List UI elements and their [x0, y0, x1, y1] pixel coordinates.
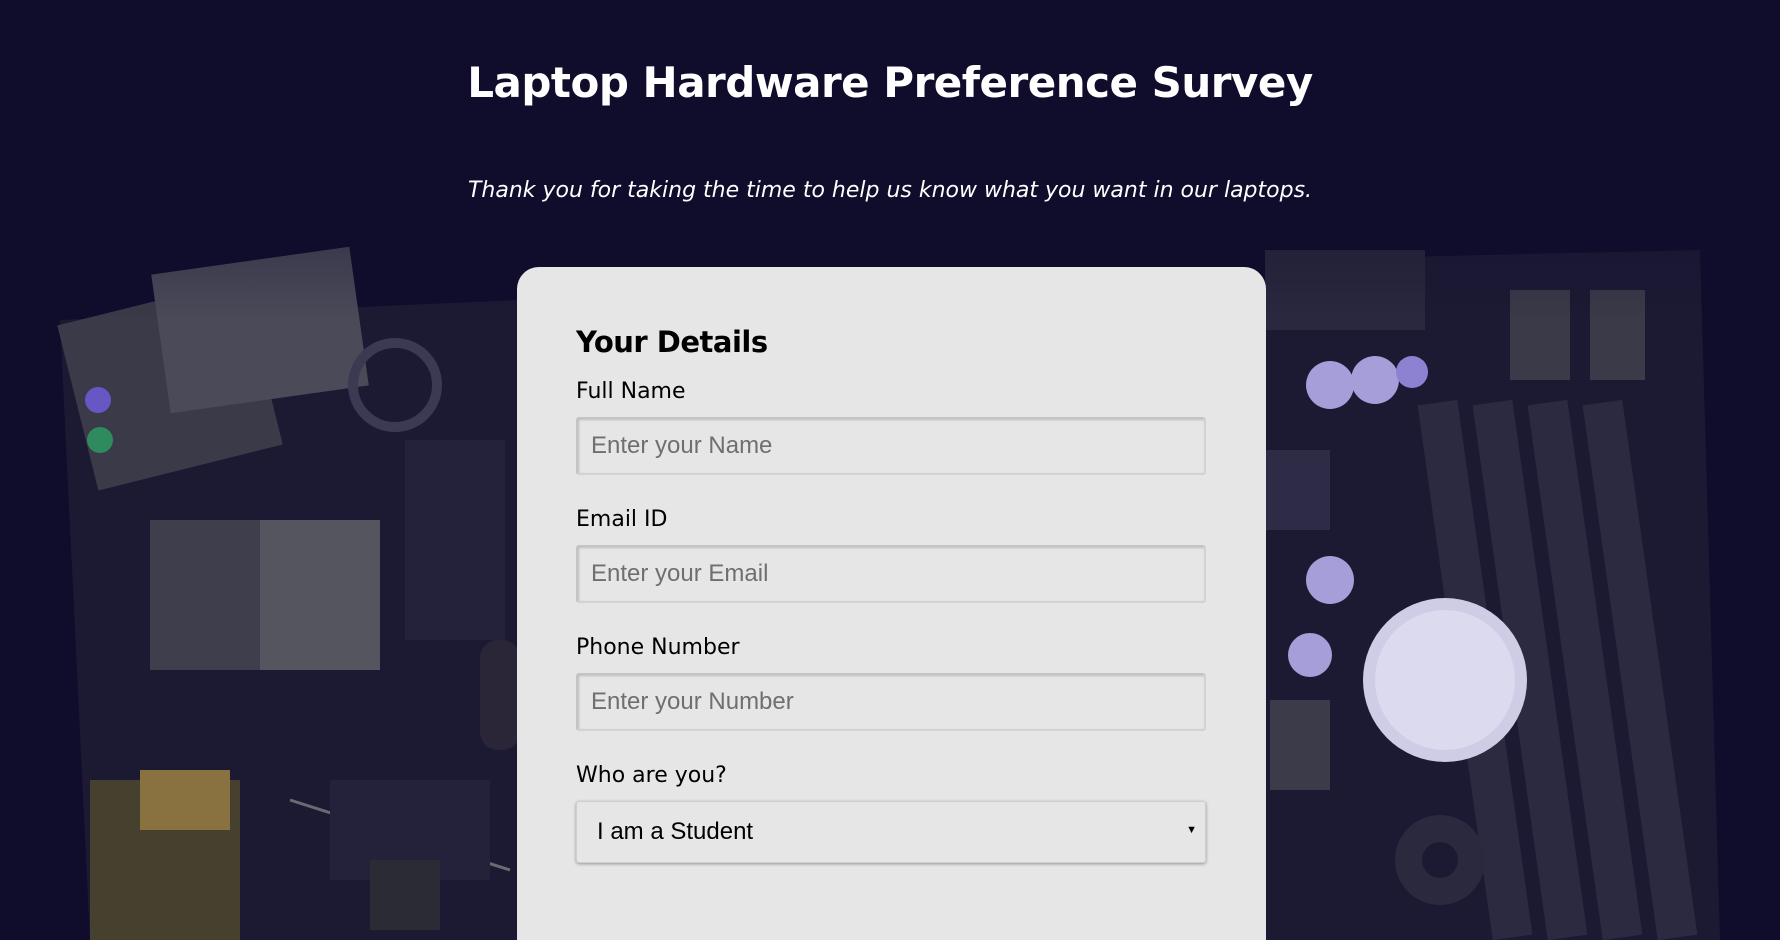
section-heading-your-details: Your Details: [576, 325, 768, 359]
full-name-label: Full Name: [576, 379, 686, 404]
phone-number-input[interactable]: [576, 673, 1206, 731]
page-title: Laptop Hardware Preference Survey: [467, 58, 1313, 107]
email-input[interactable]: [576, 545, 1206, 603]
phone-number-label: Phone Number: [576, 635, 740, 660]
email-label: Email ID: [576, 507, 668, 532]
role-select-value: I am a Student: [597, 818, 754, 845]
page-subtitle: Thank you for taking the time to help us…: [467, 178, 1313, 203]
survey-form-card: Your Details Full Name Email ID Phone Nu…: [517, 267, 1266, 940]
role-select[interactable]: I am a Student ▼: [576, 801, 1206, 863]
chevron-down-icon: ▼: [1186, 824, 1197, 836]
who-are-you-label: Who are you?: [576, 763, 727, 788]
full-name-input[interactable]: [576, 417, 1206, 475]
